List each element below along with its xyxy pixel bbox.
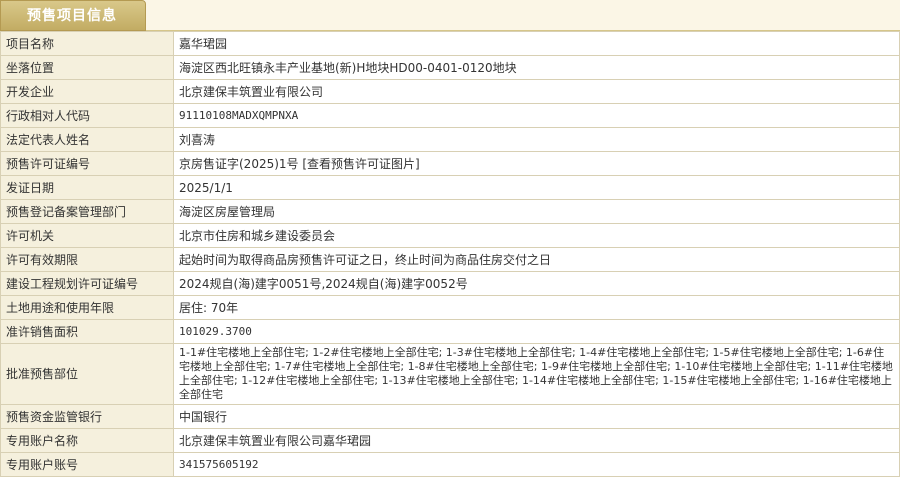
issuing-authority-value: 北京市住房和城乡建设委员会 — [173, 223, 900, 248]
license-no-value: 京房售证字(2025)1号 — [179, 157, 299, 171]
table-row: 预售登记备案管理部门 海淀区房屋管理局 — [0, 199, 900, 224]
table-row: 项目名称 嘉华珺园 — [0, 31, 900, 56]
validity-label: 许可有效期限 — [0, 247, 174, 272]
admin-code-label: 行政相对人代码 — [0, 103, 174, 128]
account-name-label: 专用账户名称 — [0, 428, 174, 453]
presale-info-table: 项目名称 嘉华珺园 坐落位置 海淀区西北旺镇永丰产业基地(新)H地块HD00-0… — [0, 31, 900, 477]
table-row: 建设工程规划许可证编号 2024规自(海)建字0051号,2024规自(海)建字… — [0, 271, 900, 296]
table-row: 专用账户名称 北京建保丰筑置业有限公司嘉华珺园 — [0, 428, 900, 453]
table-row: 预售资金监管银行 中国银行 — [0, 404, 900, 429]
issue-date-value: 2025/1/1 — [173, 175, 900, 200]
registry-dept-label: 预售登记备案管理部门 — [0, 199, 174, 224]
table-row: 许可有效期限 起始时间为取得商品房预售许可证之日，终止时间为商品住房交付之日 — [0, 247, 900, 272]
table-row: 行政相对人代码 91110108MADXQMPNXA — [0, 103, 900, 128]
supervising-bank-label: 预售资金监管银行 — [0, 404, 174, 429]
account-name-value: 北京建保丰筑置业有限公司嘉华珺园 — [173, 428, 900, 453]
table-row: 预售许可证编号 京房售证字(2025)1号 [查看预售许可证图片] — [0, 151, 900, 176]
validity-value: 起始时间为取得商品房预售许可证之日，终止时间为商品住房交付之日 — [173, 247, 900, 272]
project-name-value: 嘉华珺园 — [173, 31, 900, 56]
presale-info-panel: 预售项目信息 项目名称 嘉华珺园 坐落位置 海淀区西北旺镇永丰产业基地(新)H地… — [0, 0, 900, 500]
table-row: 开发企业 北京建保丰筑置业有限公司 — [0, 79, 900, 104]
legal-rep-label: 法定代表人姓名 — [0, 127, 174, 152]
license-no-cell: 京房售证字(2025)1号 [查看预售许可证图片] — [173, 151, 900, 176]
location-value: 海淀区西北旺镇永丰产业基地(新)H地块HD00-0401-0120地块 — [173, 55, 900, 80]
sale-area-label: 准许销售面积 — [0, 319, 174, 344]
view-license-image-link[interactable]: [查看预售许可证图片] — [302, 157, 419, 171]
tab-presale-project-info[interactable]: 预售项目信息 — [0, 0, 146, 31]
table-row: 法定代表人姓名 刘喜涛 — [0, 127, 900, 152]
table-row: 发证日期 2025/1/1 — [0, 175, 900, 200]
developer-value: 北京建保丰筑置业有限公司 — [173, 79, 900, 104]
planning-permit-label: 建设工程规划许可证编号 — [0, 271, 174, 296]
table-row: 准许销售面积 101029.3700 — [0, 319, 900, 344]
legal-rep-value: 刘喜涛 — [173, 127, 900, 152]
table-row: 许可机关 北京市住房和城乡建设委员会 — [0, 223, 900, 248]
registry-dept-value: 海淀区房屋管理局 — [173, 199, 900, 224]
presale-parts-label: 批准预售部位 — [0, 343, 174, 405]
license-no-label: 预售许可证编号 — [0, 151, 174, 176]
project-name-label: 项目名称 — [0, 31, 174, 56]
issue-date-label: 发证日期 — [0, 175, 174, 200]
admin-code-value: 91110108MADXQMPNXA — [173, 103, 900, 128]
supervising-bank-value: 中国银行 — [173, 404, 900, 429]
tab-strip: 预售项目信息 — [0, 0, 900, 31]
presale-parts-value: 1-1#住宅楼地上全部住宅; 1-2#住宅楼地上全部住宅; 1-3#住宅楼地上全… — [173, 343, 900, 405]
account-no-label: 专用账户账号 — [0, 452, 174, 477]
planning-permit-value: 2024规自(海)建字0051号,2024规自(海)建字0052号 — [173, 271, 900, 296]
table-row: 坐落位置 海淀区西北旺镇永丰产业基地(新)H地块HD00-0401-0120地块 — [0, 55, 900, 80]
land-use-value: 居住: 70年 — [173, 295, 900, 320]
issuing-authority-label: 许可机关 — [0, 223, 174, 248]
table-row: 土地用途和使用年限 居住: 70年 — [0, 295, 900, 320]
land-use-label: 土地用途和使用年限 — [0, 295, 174, 320]
location-label: 坐落位置 — [0, 55, 174, 80]
table-row: 专用账户账号 341575605192 — [0, 452, 900, 477]
table-row: 批准预售部位 1-1#住宅楼地上全部住宅; 1-2#住宅楼地上全部住宅; 1-3… — [0, 343, 900, 405]
account-no-value: 341575605192 — [173, 452, 900, 477]
sale-area-value: 101029.3700 — [173, 319, 900, 344]
developer-label: 开发企业 — [0, 79, 174, 104]
